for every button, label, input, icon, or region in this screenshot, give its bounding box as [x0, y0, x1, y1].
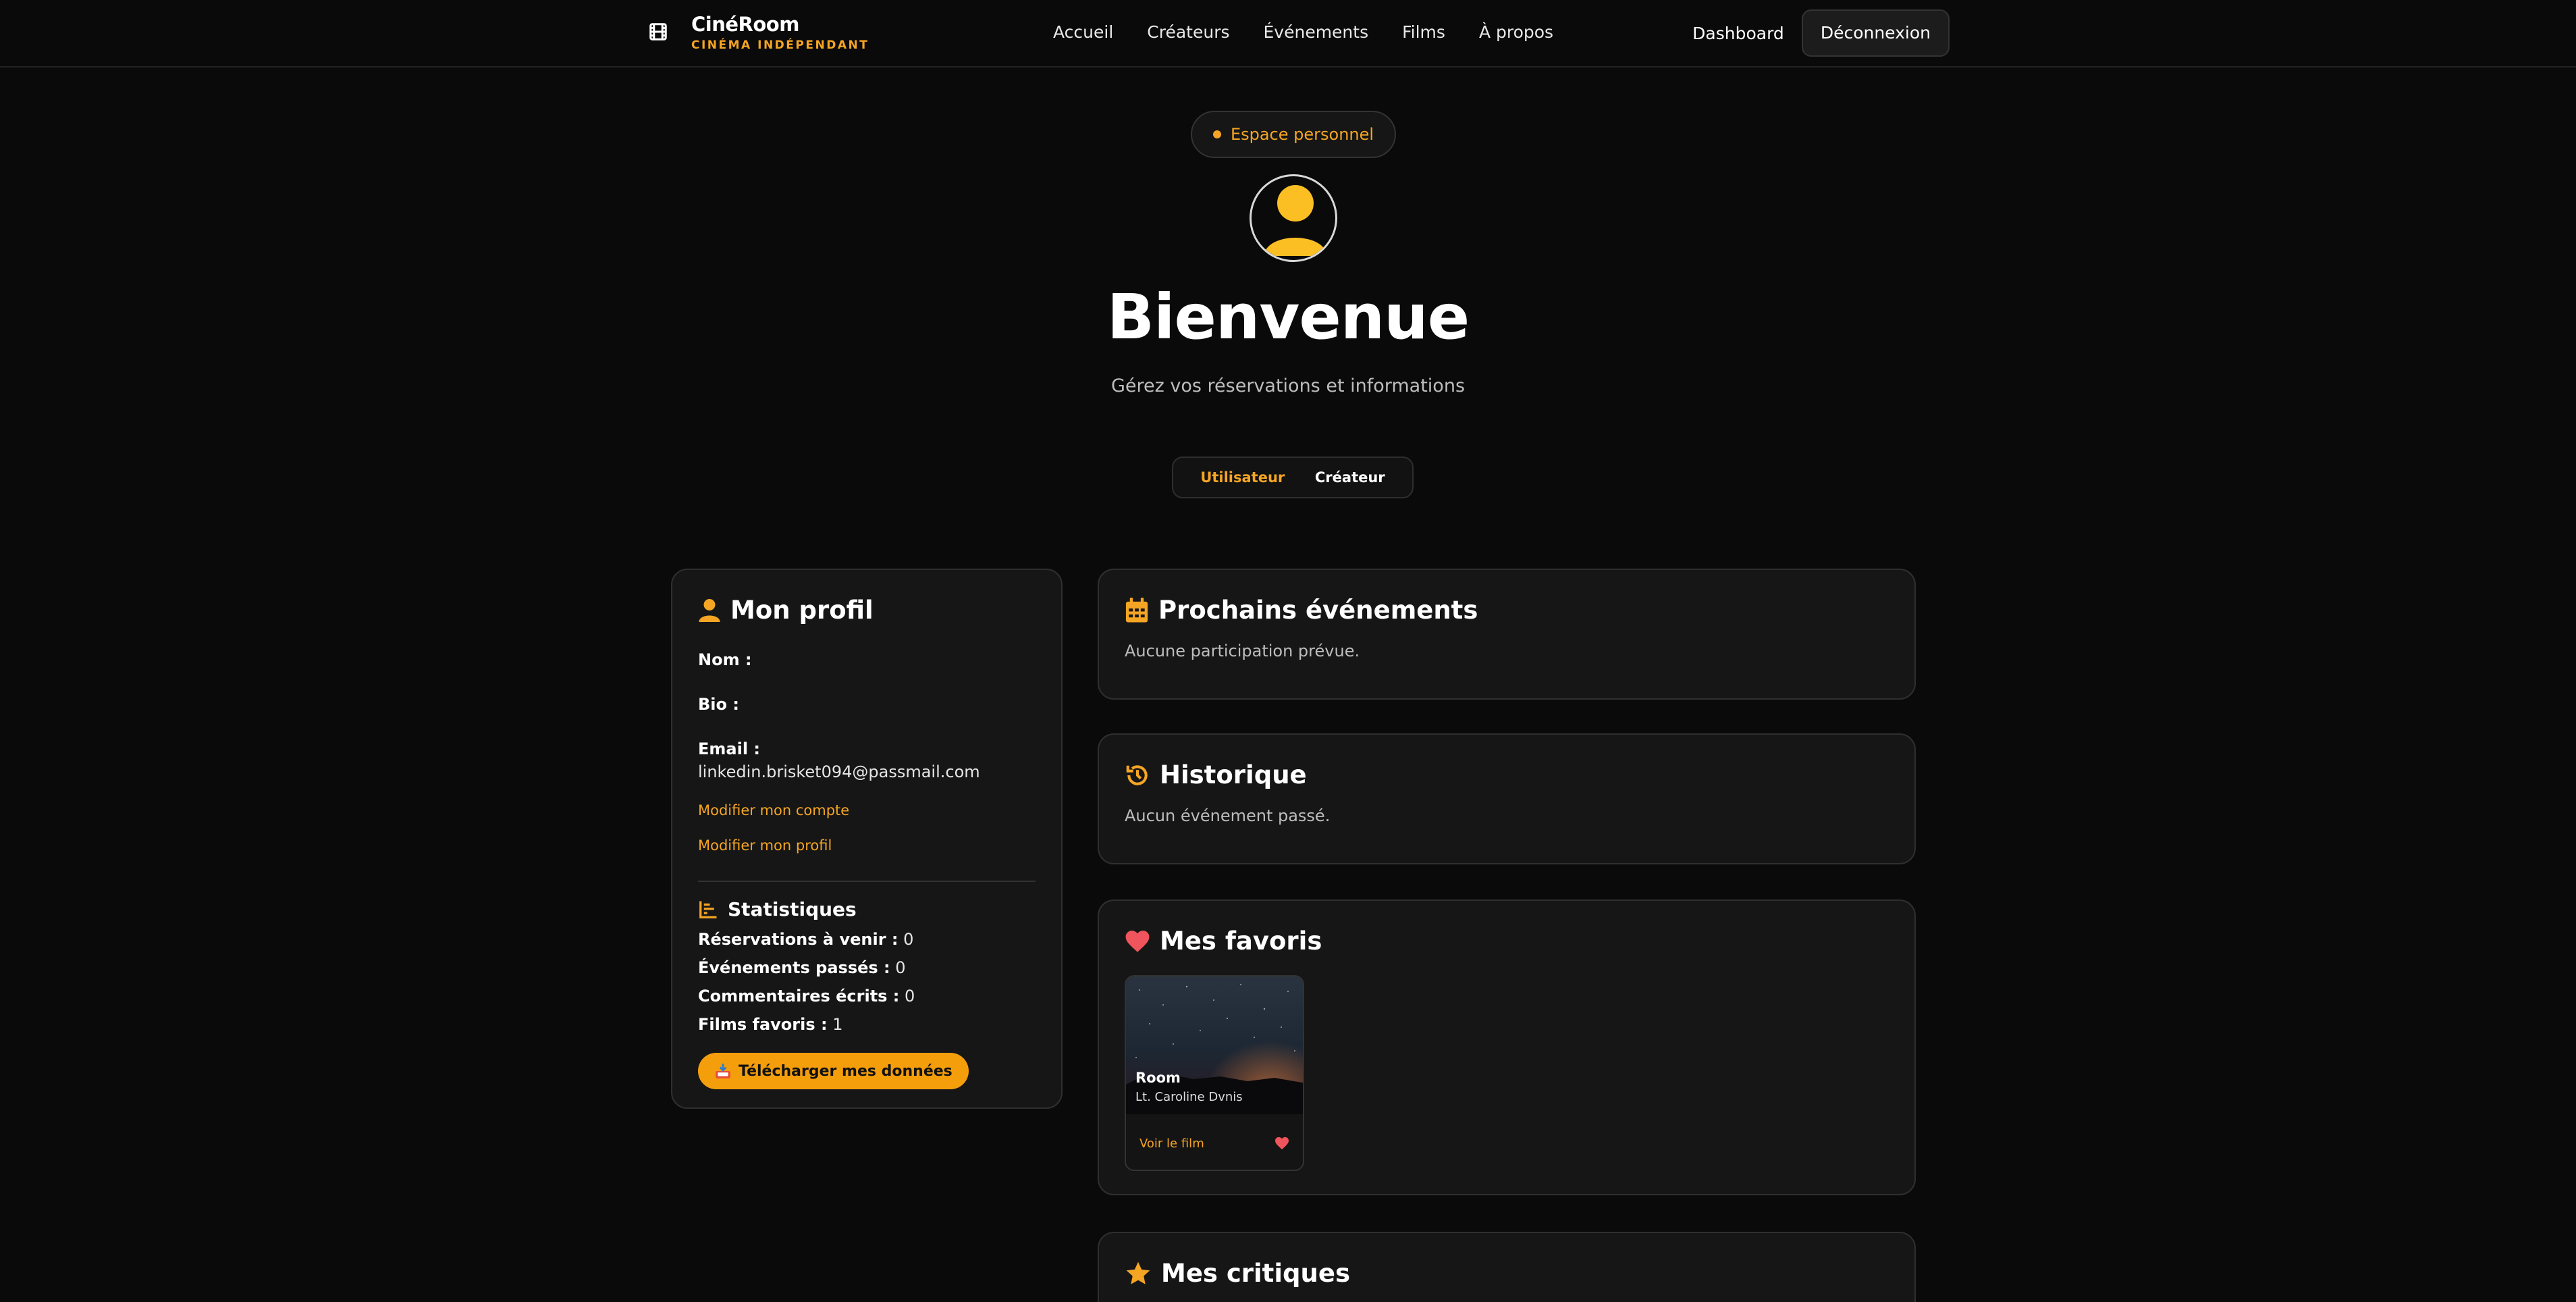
avatar: [1250, 174, 1337, 262]
stat-reservations: Réservations à venir : 0: [698, 930, 1036, 949]
stat-label: Commentaires écrits :: [698, 987, 900, 1006]
favorites-heading: Mes favoris: [1125, 925, 1889, 958]
view-film-link[interactable]: Voir le film: [1139, 1137, 1204, 1151]
history-title: Historique: [1160, 760, 1307, 789]
profile-card: Mon profil Nom : Bio : Email : linkedin.…: [671, 569, 1063, 1109]
badge-dot: [1212, 130, 1221, 138]
star-icon: [1126, 1261, 1150, 1284]
logout-button[interactable]: Déconnexion: [1801, 9, 1950, 57]
page-subtitle: Gérez vos réservations et informations: [1110, 375, 1466, 396]
favorite-film-card[interactable]: Room Lt. Caroline Dvnis Voir le film: [1125, 975, 1304, 1171]
history-heading: Historique: [1125, 759, 1889, 791]
personal-space-badge: Espace personnel: [1191, 111, 1396, 158]
user-avatar-icon: [1264, 185, 1327, 256]
edit-profile-link[interactable]: Modifier mon profil: [698, 837, 1036, 854]
film-poster: Room Lt. Caroline Dvnis: [1126, 977, 1303, 1114]
nav-link-accueil[interactable]: Accueil: [1053, 20, 1113, 45]
stats-title: Statistiques: [728, 898, 857, 920]
stat-label: Réservations à venir :: [698, 930, 898, 949]
stat-value: 0: [905, 987, 915, 1006]
stats-heading: Statistiques: [698, 898, 1036, 920]
page-title: Bienvenue: [1106, 281, 1470, 353]
calendar-icon: [1125, 598, 1148, 623]
nav-actions: Dashboard Déconnexion: [1692, 9, 1950, 57]
history-card: Historique Aucun événement passé.: [1098, 733, 1916, 864]
history-empty-text: Aucun événement passé.: [1125, 806, 1331, 825]
events-heading: Prochains événements: [1125, 594, 1889, 627]
brand[interactable]: CinéRoom CINÉMA INDÉPENDANT: [648, 12, 869, 54]
profile-title: Mon profil: [730, 596, 874, 625]
bio-label: Bio :: [698, 695, 739, 714]
brand-name: CinéRoom: [691, 13, 799, 36]
profile-bio-row: Bio :: [698, 693, 1036, 716]
tab-createur[interactable]: Créateur: [1315, 469, 1385, 486]
stat-value: 0: [895, 958, 906, 977]
dashboard-link[interactable]: Dashboard: [1692, 24, 1784, 43]
divider: [698, 881, 1036, 882]
name-label: Nom :: [698, 650, 752, 669]
reviews-heading: Mes critiques: [1125, 1257, 1889, 1290]
events-title: Prochains événements: [1158, 596, 1478, 625]
stat-comments: Commentaires écrits : 0: [698, 987, 1036, 1006]
profile-name-row: Nom :: [698, 648, 1036, 671]
reviews-card: Mes critiques: [1098, 1232, 1916, 1302]
brand-tagline: CINÉMA INDÉPENDANT: [691, 38, 869, 52]
stat-value: 0: [903, 930, 914, 949]
film-title: Room: [1135, 1070, 1181, 1086]
role-tabs: Utilisateur Créateur: [1172, 457, 1414, 498]
edit-account-link[interactable]: Modifier mon compte: [698, 802, 1036, 818]
email-label: Email :: [698, 739, 761, 758]
download-label: Télécharger mes données: [739, 1062, 952, 1080]
nav-link-a-propos[interactable]: À propos: [1479, 20, 1553, 45]
stat-label: Films favoris :: [698, 1015, 828, 1034]
nav-links: Accueil Créateurs Événements Films À pro…: [1053, 20, 1587, 45]
tab-utilisateur[interactable]: Utilisateur: [1200, 469, 1285, 486]
history-icon: [1126, 765, 1148, 785]
top-nav: CinéRoom CINÉMA INDÉPENDANT Accueil Créa…: [0, 0, 2576, 68]
favorites-title: Mes favoris: [1160, 927, 1322, 956]
nav-link-films[interactable]: Films: [1402, 20, 1445, 45]
heart-icon: [1125, 931, 1150, 952]
stat-past-events: Événements passés : 0: [698, 958, 1036, 977]
favorites-card: Mes favoris Room Lt. Caroline Dvnis Voir…: [1098, 900, 1916, 1195]
stat-label: Événements passés :: [698, 958, 890, 977]
nav-link-createurs[interactable]: Créateurs: [1147, 20, 1229, 45]
heart-icon[interactable]: [1274, 1137, 1289, 1150]
profile-email-row: Email : linkedin.brisket094@passmail.com: [698, 737, 1036, 783]
film-card-footer: Voir le film: [1126, 1114, 1303, 1170]
upcoming-events-card: Prochains événements Aucune participatio…: [1098, 569, 1916, 700]
download-data-button[interactable]: Télécharger mes données: [698, 1053, 969, 1089]
events-empty-text: Aucune participation prévue.: [1125, 642, 1360, 660]
nav-link-evenements[interactable]: Événements: [1264, 20, 1369, 45]
badge-label: Espace personnel: [1230, 125, 1374, 144]
reviews-title: Mes critiques: [1161, 1259, 1350, 1288]
stat-favorites: Films favoris : 1: [698, 1015, 1036, 1034]
stat-value: 1: [832, 1015, 843, 1034]
profile-heading: Mon profil: [698, 594, 1036, 627]
user-icon: [699, 599, 720, 622]
inbox-tray-icon: [716, 1064, 730, 1078]
email-value: linkedin.brisket094@passmail.com: [698, 762, 980, 781]
film-author: Lt. Caroline Dvnis: [1135, 1090, 1243, 1104]
chart-icon: [699, 901, 717, 918]
film-icon: [649, 23, 667, 41]
